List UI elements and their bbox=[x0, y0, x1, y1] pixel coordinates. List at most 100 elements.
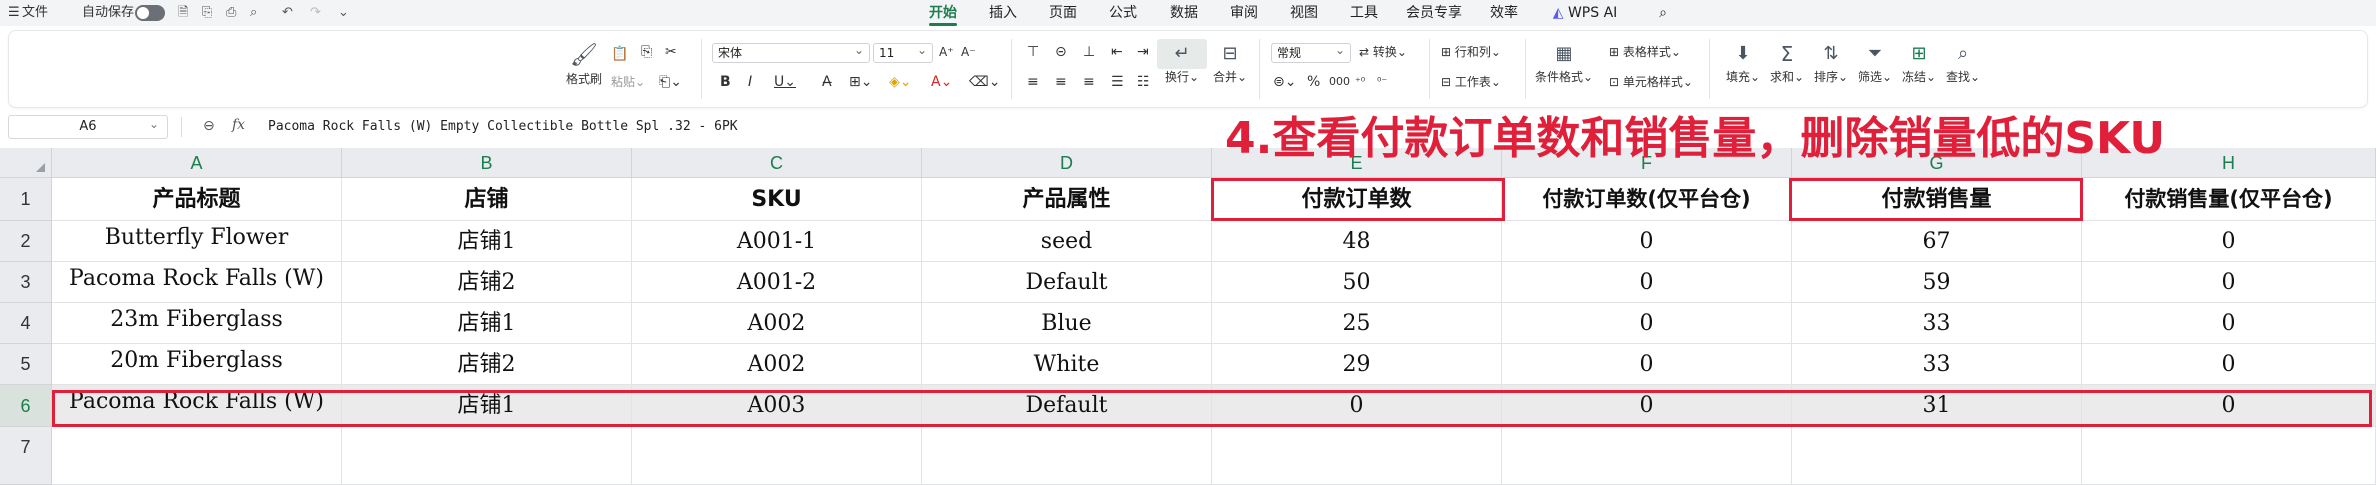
align-left-icon[interactable]: ≡ bbox=[1027, 73, 1039, 91]
cell-store[interactable]: 店铺2 bbox=[342, 262, 632, 303]
sum-button[interactable]: Σ 求和⌄ bbox=[1765, 39, 1809, 85]
cell-attribute[interactable]: seed bbox=[922, 221, 1212, 262]
empty-cell[interactable] bbox=[922, 427, 1212, 485]
tab-data[interactable]: 数据 bbox=[1170, 3, 1198, 23]
cell-paid-sales[interactable]: 59 bbox=[1792, 262, 2082, 303]
tab-wps-ai[interactable]: ◭ WPS AI bbox=[1553, 3, 1618, 23]
indent-increase-icon[interactable]: ⇥ bbox=[1137, 43, 1149, 61]
empty-cell[interactable] bbox=[632, 427, 922, 485]
column-header-b[interactable]: B bbox=[342, 148, 632, 178]
empty-cell[interactable] bbox=[1212, 427, 1502, 485]
header-cell-sku[interactable]: SKU bbox=[632, 178, 922, 221]
cell-attribute[interactable]: Default bbox=[922, 385, 1212, 427]
row-header-2[interactable]: 2 bbox=[0, 221, 52, 262]
autosave-toggle[interactable] bbox=[135, 5, 165, 21]
border-icon[interactable]: ⊞⌄ bbox=[849, 73, 872, 91]
cell-sku[interactable]: A001-1 bbox=[632, 221, 922, 262]
header-cell-attribute[interactable]: 产品属性 bbox=[922, 178, 1212, 221]
thousands-icon[interactable]: 000 bbox=[1329, 73, 1350, 91]
tab-page[interactable]: 页面 bbox=[1049, 3, 1077, 23]
tab-formula[interactable]: 公式 bbox=[1109, 3, 1137, 23]
indent-decrease-icon[interactable]: ⇤ bbox=[1111, 43, 1123, 61]
cell-attribute[interactable]: Default bbox=[922, 262, 1212, 303]
redo-icon[interactable]: ↷ bbox=[310, 5, 321, 21]
more-chevron-icon[interactable]: ⌄ bbox=[338, 5, 349, 21]
clear-format-icon[interactable]: ⌫⌄ bbox=[969, 73, 1001, 91]
cell-paid-sales-platform[interactable]: 0 bbox=[2082, 344, 2376, 385]
empty-cell[interactable] bbox=[52, 427, 342, 485]
formula-input[interactable]: Pacoma Rock Falls (W) Empty Collectible … bbox=[268, 119, 738, 135]
align-top-icon[interactable]: ⊤ bbox=[1027, 43, 1039, 61]
zoom-icon[interactable]: ⊖ bbox=[203, 118, 215, 134]
wrap-text-button[interactable]: ↵ 换行⌄ bbox=[1157, 39, 1207, 85]
cell-sku[interactable]: A003 bbox=[632, 385, 922, 427]
header-cell-store[interactable]: 店铺 bbox=[342, 178, 632, 221]
decimal-decrease-icon[interactable]: ⁰⁻ bbox=[1377, 73, 1387, 91]
format-painter-button[interactable]: 🖌 格式刷 bbox=[559, 41, 609, 87]
number-format-select[interactable]: 常规 bbox=[1271, 41, 1351, 63]
cell-paid-sales-platform[interactable]: 0 bbox=[2082, 221, 2376, 262]
convert-button[interactable]: ⇄ 转换⌄ bbox=[1359, 43, 1407, 61]
fx-icon[interactable]: fx bbox=[232, 117, 245, 133]
paste-button[interactable]: 粘贴⌄ bbox=[611, 73, 645, 91]
row-header-6[interactable]: 6 bbox=[0, 385, 52, 427]
tab-member[interactable]: 会员专享 bbox=[1406, 3, 1462, 23]
row-header-3[interactable]: 3 bbox=[0, 262, 52, 303]
increase-font-icon[interactable]: A⁺ bbox=[939, 43, 954, 61]
row-header-4[interactable]: 4 bbox=[0, 303, 52, 344]
cell-paid-orders[interactable]: 50 bbox=[1212, 262, 1502, 303]
currency-icon[interactable]: ⊜⌄ bbox=[1273, 73, 1296, 91]
cell-paid-orders[interactable]: 29 bbox=[1212, 344, 1502, 385]
percent-icon[interactable]: % bbox=[1307, 73, 1320, 91]
file-menu[interactable]: 文件 bbox=[22, 4, 48, 22]
cell-paid-sales[interactable]: 67 bbox=[1792, 221, 2082, 262]
cell-paid-sales-platform[interactable]: 0 bbox=[2082, 385, 2376, 427]
empty-cell[interactable] bbox=[1502, 427, 1792, 485]
cell-paid-orders-platform[interactable]: 0 bbox=[1502, 221, 1792, 262]
row-header-1[interactable]: 1 bbox=[0, 178, 52, 221]
font-name-select[interactable]: 宋体 bbox=[712, 41, 870, 63]
hamburger-icon[interactable]: ☰ bbox=[8, 4, 20, 22]
search-icon[interactable]: ⌕ bbox=[1659, 3, 1667, 23]
tab-review[interactable]: 审阅 bbox=[1230, 3, 1258, 23]
fill-button[interactable]: ⬇ 填充⌄ bbox=[1721, 39, 1765, 85]
underline-icon[interactable]: U⌄ bbox=[774, 73, 796, 91]
cell-paid-orders-platform[interactable]: 0 bbox=[1502, 344, 1792, 385]
decrease-font-icon[interactable]: A⁻ bbox=[961, 43, 976, 61]
tab-efficiency[interactable]: 效率 bbox=[1490, 3, 1518, 23]
print-icon[interactable]: ⎙ bbox=[226, 5, 236, 21]
decimal-increase-icon[interactable]: ⁺⁰ bbox=[1355, 73, 1365, 91]
copy-icon[interactable]: ⎘ bbox=[641, 43, 652, 61]
find-button[interactable]: ⌕ 查找⌄ bbox=[1941, 39, 1985, 85]
cell-paid-sales[interactable]: 33 bbox=[1792, 303, 2082, 344]
cell-store[interactable]: 店铺1 bbox=[342, 221, 632, 262]
worksheet-button[interactable]: ⊟ 工作表⌄ bbox=[1441, 73, 1501, 91]
sort-button[interactable]: ⇅ 排序⌄ bbox=[1809, 39, 1853, 85]
cell-title[interactable]: Butterfly Flower bbox=[52, 221, 342, 262]
name-box[interactable]: A6 bbox=[8, 113, 168, 139]
header-cell-paid-sales-platform[interactable]: 付款销售量(仅平台仓) bbox=[2082, 178, 2376, 221]
column-header-a[interactable]: A bbox=[52, 148, 342, 178]
cell-sku[interactable]: A002 bbox=[632, 303, 922, 344]
font-color-icon[interactable]: A⌄ bbox=[931, 73, 952, 91]
cell-paid-sales-platform[interactable]: 0 bbox=[2082, 303, 2376, 344]
distribute-icon[interactable]: ☷ bbox=[1137, 73, 1150, 91]
conditional-format-button[interactable]: ▦ 条件格式⌄ bbox=[1529, 39, 1599, 85]
cell-sku[interactable]: A001-2 bbox=[632, 262, 922, 303]
filter-button[interactable]: ⏷ 筛选⌄ bbox=[1853, 39, 1897, 85]
strikethrough-icon[interactable]: A̶ bbox=[822, 73, 832, 91]
align-right-icon[interactable]: ≡ bbox=[1083, 73, 1095, 91]
font-size-select[interactable]: 11 bbox=[873, 41, 933, 63]
bold-icon[interactable]: B bbox=[720, 73, 731, 91]
align-center-icon[interactable]: ≡ bbox=[1055, 73, 1067, 91]
save-icon[interactable]: 🗎 bbox=[178, 5, 188, 21]
cell-store[interactable]: 店铺1 bbox=[342, 303, 632, 344]
cut-icon[interactable]: ✂ bbox=[665, 43, 677, 61]
cell-paid-sales-platform[interactable]: 0 bbox=[2082, 262, 2376, 303]
tab-tools[interactable]: 工具 bbox=[1350, 3, 1378, 23]
column-header-c[interactable]: C bbox=[632, 148, 922, 178]
cell-paid-sales[interactable]: 31 bbox=[1792, 385, 2082, 427]
header-cell-title[interactable]: 产品标题 bbox=[52, 178, 342, 221]
cell-title[interactable]: 20m Fiberglass bbox=[52, 344, 342, 385]
table-style-button[interactable]: ⊞ 表格样式⌄ bbox=[1609, 43, 1681, 61]
